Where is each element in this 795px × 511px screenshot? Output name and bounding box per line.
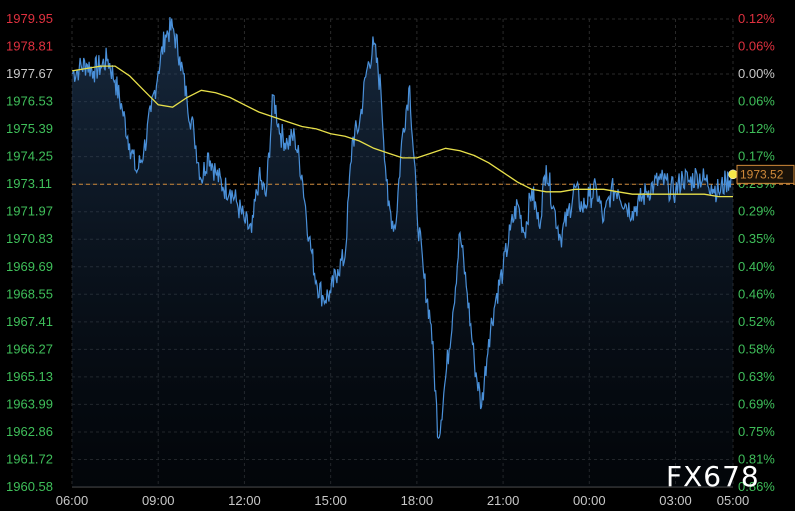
y-tick-label-right: 0.17% (738, 149, 775, 164)
y-tick-label-left: 1961.72 (6, 451, 53, 466)
price-chart: 1979.95 1978.81 1977.67 1976.53 1975.39 1974.… (0, 0, 795, 511)
y-tick-label-left: 1970.83 (6, 231, 53, 246)
x-tick-label: 00:00 (573, 493, 606, 508)
y-tick-label-left: 1977.67 (6, 66, 53, 81)
x-tick-label: 09:00 (142, 493, 175, 508)
y-tick-label-right: 0.06% (738, 39, 775, 54)
y-tick-label-left: 1971.97 (6, 204, 53, 219)
x-tick-label: 03:00 (659, 493, 692, 508)
y-tick-label-right: 0.58% (738, 341, 775, 356)
x-tick-label: 21:00 (487, 493, 520, 508)
y-tick-label-right: 0.12% (738, 121, 775, 136)
y-tick-label-right: 0.63% (738, 369, 775, 384)
y-tick-label-right: 0.69% (738, 396, 775, 411)
x-tick-label: 15:00 (314, 493, 347, 508)
x-tick-label: 18:00 (401, 493, 434, 508)
x-tick-label: 05:00 (717, 493, 750, 508)
y-tick-label-right: 0.12% (738, 11, 775, 26)
y-tick-label-right: 0.29% (738, 204, 775, 219)
y-tick-label-left: 1979.95 (6, 11, 53, 26)
last-price-marker: 1973.52 (728, 164, 795, 184)
y-tick-label-right: 0.35% (738, 231, 775, 246)
y-tick-label-right: 0.06% (738, 94, 775, 109)
x-tick-label: 06:00 (56, 493, 89, 508)
last-price-label: 1973.52 (740, 167, 784, 181)
y-tick-label-left: 1962.86 (6, 424, 53, 439)
y-tick-label-left: 1960.58 (6, 479, 53, 494)
y-tick-label-left: 1968.55 (6, 286, 53, 301)
watermark-logo: FX678 (666, 460, 760, 493)
y-tick-label-right: 0.40% (738, 259, 775, 274)
last-price-dot (728, 169, 738, 180)
y-tick-label-left: 1978.81 (6, 39, 53, 54)
y-tick-label-left: 1963.99 (6, 396, 53, 411)
y-tick-label-left: 1974.25 (6, 149, 53, 164)
y-tick-label-left: 1975.39 (6, 121, 53, 136)
y-tick-label-left: 1967.41 (6, 314, 53, 329)
y-tick-label-left: 1969.69 (6, 259, 53, 274)
y-tick-label-left: 1966.27 (6, 341, 53, 356)
y-tick-label-right: 0.52% (738, 314, 775, 329)
y-tick-label-right: 0.75% (738, 424, 775, 439)
y-tick-label-right: 0.00% (738, 66, 775, 81)
y-tick-label-left: 1973.11 (6, 176, 52, 191)
y-tick-label-left: 1976.53 (6, 94, 53, 109)
x-tick-label: 12:00 (228, 493, 261, 508)
y-tick-label-right: 0.46% (738, 286, 775, 301)
y-tick-label-left: 1965.13 (6, 369, 53, 384)
